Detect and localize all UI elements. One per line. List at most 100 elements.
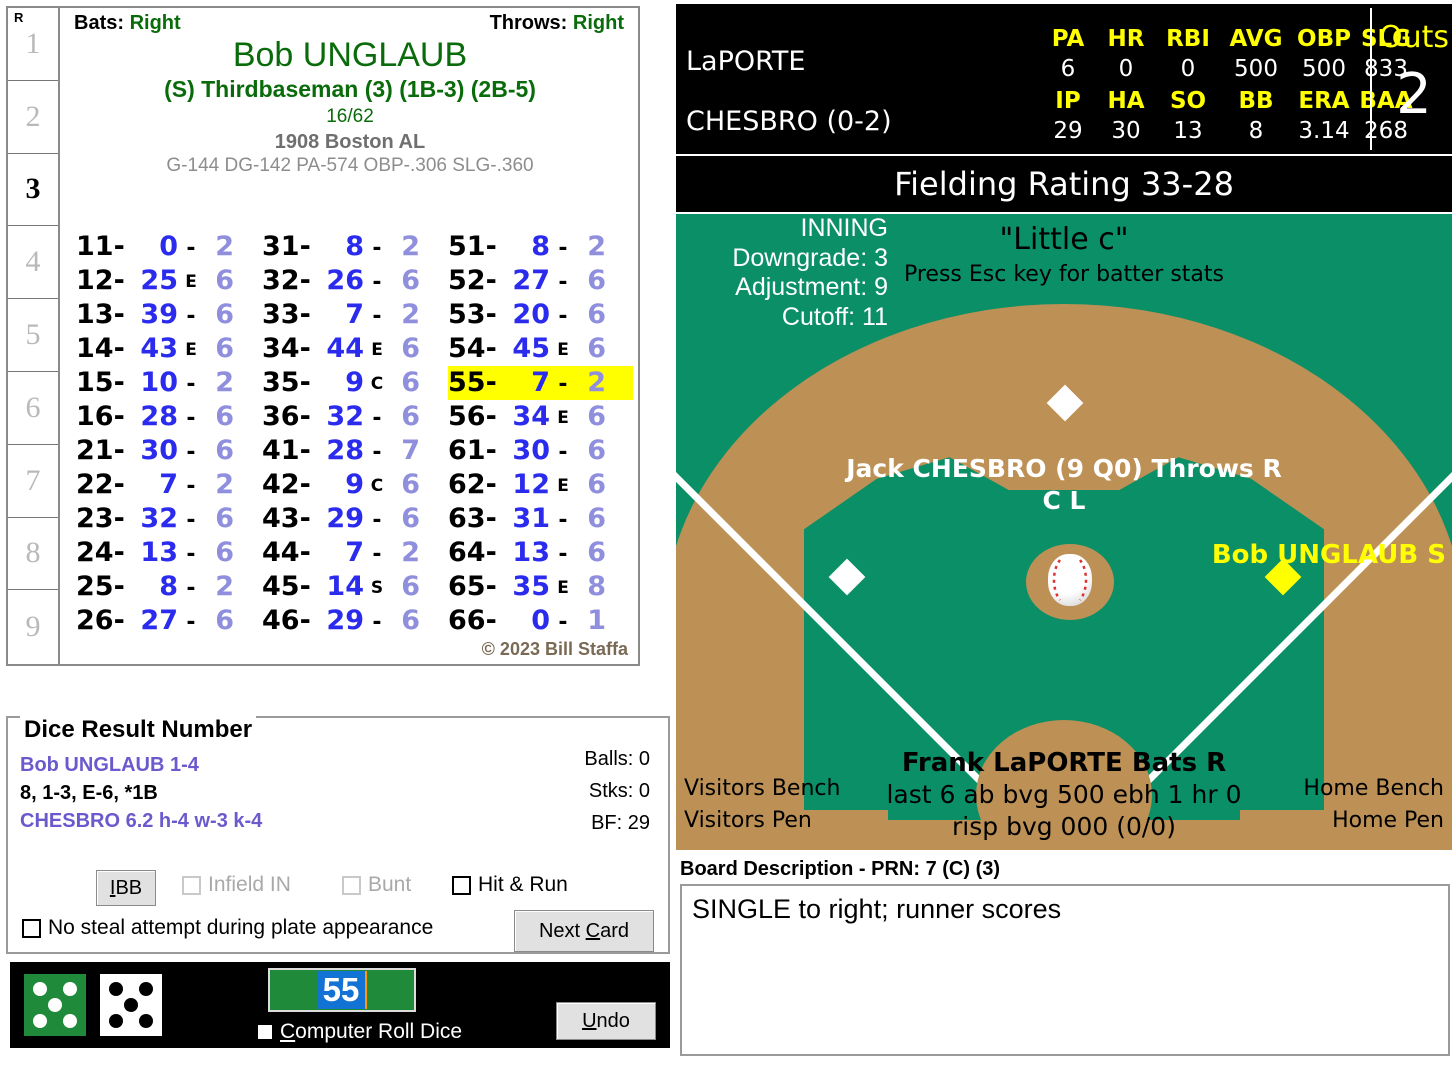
dice-row-value: 8 bbox=[345, 231, 364, 262]
pitcher-stat-value-3: 8 bbox=[1248, 118, 1264, 144]
inning-cell-3[interactable]: 3 bbox=[8, 154, 58, 227]
dice-row-rating: 6 bbox=[587, 333, 606, 364]
dice-row-rating: 6 bbox=[401, 401, 420, 432]
dice-row-flag: S bbox=[370, 578, 384, 598]
dice-row-21[interactable]: 21- 30-6 bbox=[76, 434, 261, 468]
dice-row-33[interactable]: 33- 7-2 bbox=[262, 298, 447, 332]
dice-row-13[interactable]: 13- 39-6 bbox=[76, 298, 261, 332]
infield-in-checkbox[interactable]: Infield IN bbox=[182, 873, 291, 897]
dice-row-43[interactable]: 43- 29-6 bbox=[262, 502, 447, 536]
dice-row-flag: - bbox=[558, 372, 568, 397]
computer-roll-label: Computer Roll Dice bbox=[280, 1020, 463, 1043]
dice-row-key: 66- bbox=[448, 605, 497, 636]
inning-cell-9[interactable]: 9 bbox=[8, 590, 58, 663]
player-card: R 123456789 Bats: Right Throws: Right Bo… bbox=[6, 6, 640, 666]
dice-row-36[interactable]: 36- 32-6 bbox=[262, 400, 447, 434]
field-batter-name[interactable]: Frank LaPORTE Bats R bbox=[676, 748, 1452, 778]
baseball-field[interactable]: "Little c" Press Esc key for batter stat… bbox=[676, 214, 1452, 850]
inning-cell-6[interactable]: 6 bbox=[8, 372, 58, 445]
dice-row-key: 51- bbox=[448, 231, 497, 262]
player-card-number: 16/62 bbox=[326, 105, 374, 127]
dice-row-flag: E bbox=[185, 340, 197, 360]
dice-row-42[interactable]: 42- 9 C 6 bbox=[262, 468, 447, 502]
dice-row-value: 9 bbox=[345, 469, 364, 500]
inning-cell-2[interactable]: 2 bbox=[8, 81, 58, 154]
dice-row-51[interactable]: 51- 8-2 bbox=[448, 230, 633, 264]
dice-row-11[interactable]: 11- 0-2 bbox=[76, 230, 261, 264]
dice-row-16[interactable]: 16- 28-6 bbox=[76, 400, 261, 434]
dice-row-32[interactable]: 32- 26-6 bbox=[262, 264, 447, 298]
dice-row-23[interactable]: 23- 32-6 bbox=[76, 502, 261, 536]
roll-value-box: 55 bbox=[268, 968, 416, 1012]
dice-row-53[interactable]: 53- 20-6 bbox=[448, 298, 633, 332]
dice-row-26[interactable]: 26- 27-6 bbox=[76, 604, 261, 638]
dice-row-14[interactable]: 14- 43 E 6 bbox=[76, 332, 261, 366]
dice-row-key: 43- bbox=[262, 503, 311, 534]
dice-row-44[interactable]: 44- 7-2 bbox=[262, 536, 447, 570]
dice-row-key: 65- bbox=[448, 571, 497, 602]
dice-row-55[interactable]: 55- 7-2 bbox=[448, 366, 633, 400]
no-steal-checkbox[interactable]: No steal attempt during plate appearance bbox=[22, 916, 433, 940]
computer-roll-dice-checkbox[interactable]: Computer Roll Dice bbox=[258, 1020, 462, 1044]
dice-row-rating: 7 bbox=[401, 435, 420, 466]
dice-row-key: 44- bbox=[262, 537, 311, 568]
ibb-button[interactable]: I BB bbox=[96, 870, 156, 906]
dice-row-key: 42- bbox=[262, 469, 311, 500]
bunt-checkbox[interactable]: Bunt bbox=[342, 873, 411, 897]
dice-row-31[interactable]: 31- 8-2 bbox=[262, 230, 447, 264]
dice-row-41[interactable]: 41- 28-7 bbox=[262, 434, 447, 468]
dice-row-flag: - bbox=[372, 440, 382, 465]
dice-row-15[interactable]: 15- 10-2 bbox=[76, 366, 261, 400]
dice-row-flag: - bbox=[558, 610, 568, 635]
dice-row-rating: 2 bbox=[587, 367, 606, 398]
dice-row-64[interactable]: 64- 13-6 bbox=[448, 536, 633, 570]
inning-cell-5[interactable]: 5 bbox=[8, 299, 58, 372]
bats-value: Right bbox=[129, 12, 181, 34]
dice-row-34[interactable]: 34- 44 E 6 bbox=[262, 332, 447, 366]
board-nickname: "Little c" bbox=[999, 222, 1129, 257]
die-pip bbox=[109, 981, 124, 996]
field-pitcher-line[interactable]: Jack CHESBRO (9 Q0) Throws R bbox=[676, 454, 1452, 483]
dice-row-65[interactable]: 65- 35 E 8 bbox=[448, 570, 633, 604]
die-white[interactable] bbox=[100, 974, 162, 1036]
dice-row-52[interactable]: 52- 27-6 bbox=[448, 264, 633, 298]
dice-row-key: 22- bbox=[76, 469, 125, 500]
dice-row-45[interactable]: 45- 14 S 6 bbox=[262, 570, 447, 604]
hit-and-run-checkbox[interactable]: Hit & Run bbox=[452, 873, 568, 897]
next-card-button[interactable]: Next Card bbox=[514, 910, 654, 952]
batter-stat-header-0: PA bbox=[1051, 26, 1085, 52]
dice-row-value: 43 bbox=[140, 333, 178, 364]
dice-row-rating: 6 bbox=[401, 367, 420, 398]
dice-row-key: 11- bbox=[76, 231, 125, 262]
dice-row-25[interactable]: 25- 8-2 bbox=[76, 570, 261, 604]
dice-row-key: 24- bbox=[76, 537, 125, 568]
inning-cell-8[interactable]: 8 bbox=[8, 518, 58, 591]
dice-row-value: 44 bbox=[326, 333, 364, 364]
die-green[interactable] bbox=[24, 974, 86, 1036]
inning-cell-4[interactable]: 4 bbox=[8, 226, 58, 300]
dice-row-12[interactable]: 12- 25 E 6 bbox=[76, 264, 261, 298]
runner-on-first-label[interactable]: Bob UNGLAUB S bbox=[1212, 540, 1446, 570]
home-pen-link[interactable]: Home Pen bbox=[1332, 808, 1444, 833]
dice-row-46[interactable]: 46- 29-6 bbox=[262, 604, 447, 638]
home-bench-link[interactable]: Home Bench bbox=[1303, 776, 1444, 801]
dice-row-rating: 6 bbox=[215, 537, 234, 568]
dice-row-61[interactable]: 61- 30-6 bbox=[448, 434, 633, 468]
dice-row-63[interactable]: 63- 31-6 bbox=[448, 502, 633, 536]
dice-row-54[interactable]: 54- 45 E 6 bbox=[448, 332, 633, 366]
dice-row-22[interactable]: 22- 7-2 bbox=[76, 468, 261, 502]
undo-button[interactable]: Undo bbox=[556, 1002, 656, 1040]
dice-row-24[interactable]: 24- 13-6 bbox=[76, 536, 261, 570]
dice-row-62[interactable]: 62- 12 E 6 bbox=[448, 468, 633, 502]
dice-row-flag: - bbox=[558, 440, 568, 465]
dice-row-66[interactable]: 66- 0-1 bbox=[448, 604, 633, 638]
visitors-bench-link[interactable]: Visitors Bench bbox=[684, 776, 840, 801]
dice-row-key: 33- bbox=[262, 299, 311, 330]
dice-row-flag: - bbox=[186, 440, 196, 465]
dice-row-56[interactable]: 56- 34 E 6 bbox=[448, 400, 633, 434]
visitors-pen-link[interactable]: Visitors Pen bbox=[684, 808, 812, 833]
dice-row-flag: - bbox=[372, 236, 382, 261]
checkbox-box bbox=[182, 875, 201, 895]
dice-row-35[interactable]: 35- 9 C 6 bbox=[262, 366, 447, 400]
inning-cell-7[interactable]: 7 bbox=[8, 445, 58, 518]
